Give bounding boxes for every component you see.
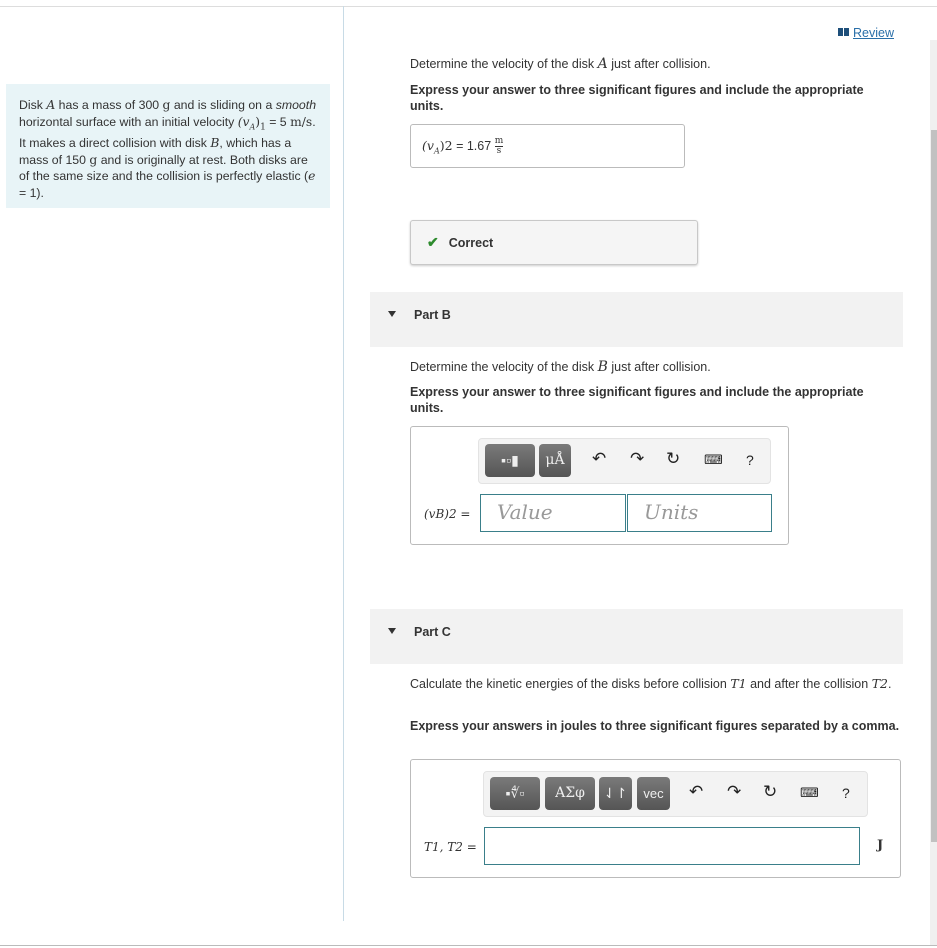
reset-icon[interactable]: ↻	[666, 449, 680, 469]
top-border	[0, 6, 937, 7]
answer-unit: ms	[494, 136, 504, 156]
collapse-triangle-icon	[388, 628, 396, 634]
panel-divider	[343, 6, 344, 921]
energies-input[interactable]	[484, 827, 860, 865]
redo-icon[interactable]: ↷	[727, 782, 741, 802]
part-c-instruction: Express your answers in joules to three …	[410, 719, 900, 733]
keyboard-icon[interactable]: ⌨	[704, 452, 723, 468]
part-c-header[interactable]: Part C	[370, 609, 903, 664]
part-b-question: Determine the velocity of the disk B jus…	[410, 359, 711, 375]
help-button[interactable]: ?	[842, 785, 850, 801]
greek-button[interactable]: ΑΣφ	[545, 777, 595, 810]
template-button[interactable]: ▪▫▮	[485, 444, 535, 477]
part-a-answer-box: (vA)2 = 1.67 ms	[410, 124, 685, 168]
scrollbar-thumb[interactable]	[931, 130, 937, 842]
collapse-triangle-icon	[388, 311, 396, 317]
redo-icon[interactable]: ↷	[630, 449, 644, 469]
sort-button[interactable]: ⇃↾	[599, 777, 632, 810]
undo-icon[interactable]: ↶	[592, 449, 606, 469]
vector-button[interactable]: vec	[637, 777, 670, 810]
part-c-answer-box: ▪∜▫ ΑΣφ ⇃↾ vec ↶ ↷ ↻ ⌨ ? T1, T2 = J	[410, 759, 901, 878]
part-c-question: Calculate the kinetic energies of the di…	[410, 676, 892, 691]
math-toolbar: ▪∜▫ ΑΣφ ⇃↾ vec ↶ ↷ ↻ ⌨ ?	[483, 771, 868, 817]
review-link[interactable]: Review	[838, 26, 894, 40]
root-template-button[interactable]: ▪∜▫	[490, 777, 540, 810]
part-c-label: T1, T2 =	[424, 840, 477, 854]
part-a-instruction: Express your answer to three significant…	[410, 83, 864, 113]
unit-label: J	[877, 838, 884, 853]
checkmark-icon: ✔	[427, 234, 439, 250]
problem-statement: Disk A has a mass of 300 g and is slidin…	[6, 84, 330, 208]
units-input[interactable]: Units	[627, 494, 772, 532]
bottom-border	[0, 945, 937, 946]
reset-icon[interactable]: ↻	[763, 782, 777, 802]
undo-icon[interactable]: ↶	[689, 782, 703, 802]
units-button[interactable]: μÅ	[539, 444, 571, 477]
part-b-answer-box: ▪▫▮ μÅ ↶ ↷ ↻ ⌨ ? (vB)2 = Value Units	[410, 426, 789, 545]
part-b-label: (vB)2 =	[424, 507, 471, 521]
math-toolbar: ▪▫▮ μÅ ↶ ↷ ↻ ⌨ ?	[478, 438, 771, 484]
value-input[interactable]: Value	[480, 494, 626, 532]
part-b-instruction: Express your answer to three significant…	[410, 385, 864, 415]
feedback-correct: ✔ Correct	[410, 220, 698, 265]
part-b-header[interactable]: Part B	[370, 292, 903, 347]
help-button[interactable]: ?	[746, 452, 754, 468]
book-icon	[838, 28, 849, 36]
answer-value: 1.67	[466, 138, 492, 153]
part-a-question: Determine the velocity of the disk A jus…	[410, 56, 711, 72]
keyboard-icon[interactable]: ⌨	[800, 785, 819, 801]
